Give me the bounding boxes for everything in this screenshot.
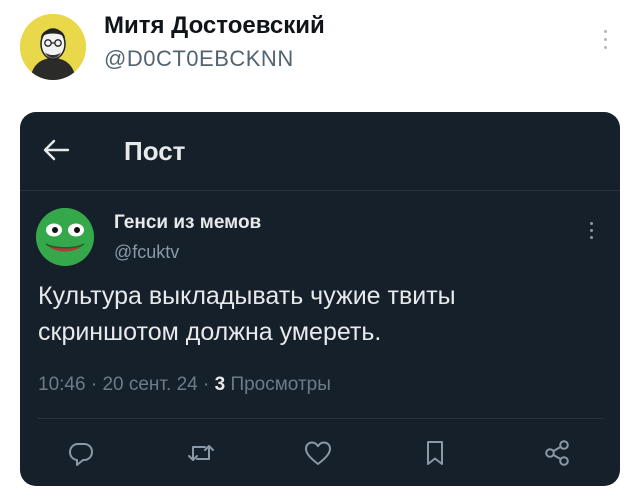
back-button[interactable] (38, 134, 74, 166)
post-header: Пост (20, 112, 620, 191)
more-vertical-icon[interactable] (600, 30, 610, 56)
bookmark-button[interactable] (420, 438, 450, 468)
share-icon (545, 440, 569, 466)
views-count[interactable]: 3 (215, 374, 226, 395)
embedded-screenshot: Пост Генси из мемов @fcuktv Культура вык… (20, 112, 620, 486)
meta-separator: · (90, 374, 98, 395)
post-more-icon[interactable] (586, 222, 596, 246)
page-title: Пост (124, 136, 186, 166)
post-author-avatar[interactable] (36, 208, 94, 266)
outer-author-handle[interactable]: @D0CT0EBCKNN (104, 46, 294, 72)
like-icon (305, 441, 331, 465)
arrow-left-icon (43, 139, 70, 161)
outer-author-name[interactable]: Митя Достоевский (104, 12, 325, 40)
post-author-name[interactable]: Генси из мемов (114, 212, 261, 234)
reply-icon (69, 443, 93, 466)
bookmark-icon (427, 441, 443, 465)
retweet-icon (188, 445, 214, 461)
post-text-line: скриншотом должна умереть. (38, 318, 382, 346)
avatar-portrait-icon (20, 14, 86, 80)
like-button[interactable] (303, 438, 333, 468)
meta-separator: · (202, 374, 210, 395)
share-button[interactable] (542, 438, 572, 468)
retweet-button[interactable] (186, 438, 216, 468)
divider (38, 418, 604, 419)
views-label[interactable]: Просмотры (230, 374, 330, 395)
post-time[interactable]: 10:46 (38, 374, 86, 395)
post-date[interactable]: 20 сент. 24 (102, 374, 197, 395)
avatar[interactable] (20, 14, 86, 80)
reply-button[interactable] (66, 438, 96, 468)
frog-avatar-icon (36, 208, 94, 266)
post-text: Культура выкладывать чужие твиты скриншо… (38, 278, 598, 350)
post-text-line: Культура выкладывать чужие твиты (38, 282, 456, 310)
post-author-handle[interactable]: @fcuktv (114, 242, 179, 263)
post-meta: 10:46 · 20 сент. 24 · 3 Просмотры (38, 374, 331, 396)
